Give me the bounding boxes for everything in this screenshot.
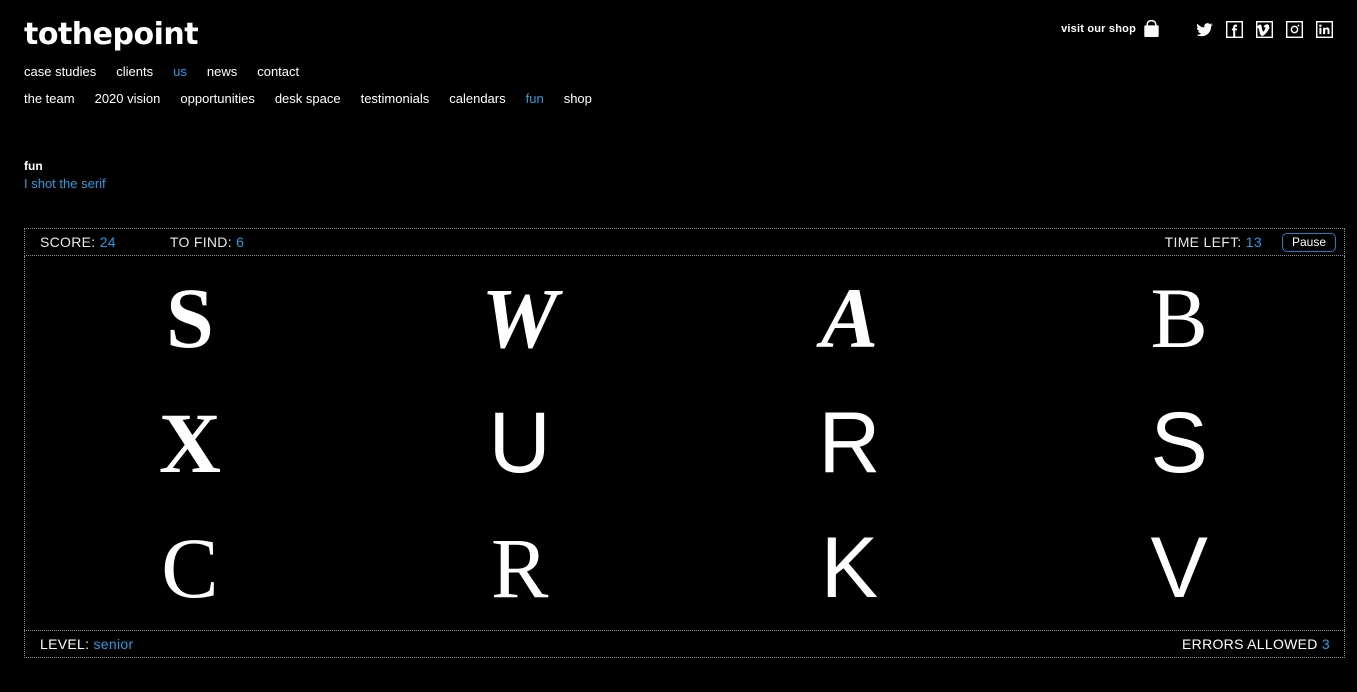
nav-item-testimonials[interactable]: testimonials xyxy=(361,91,430,106)
nav-item-opportunities[interactable]: opportunities xyxy=(180,91,254,106)
status-bar-right: TIME LEFT: 13 Pause xyxy=(1165,232,1344,252)
site-header: tothepoint visit our shop case studies c… xyxy=(0,0,1357,120)
nav-item-us[interactable]: us xyxy=(173,64,187,79)
logo-text: tothepoint xyxy=(24,17,199,52)
score-value: 24 xyxy=(99,234,116,250)
nav-item-calendars[interactable]: calendars xyxy=(449,91,505,106)
vimeo-icon[interactable] xyxy=(1256,20,1273,38)
game-status-bar: SCORE: 24 TO FIND: 6 TIME LEFT: 13 Pause xyxy=(24,228,1345,256)
letter-cell[interactable]: V xyxy=(1014,505,1344,630)
pause-button[interactable]: Pause xyxy=(1281,232,1336,252)
utility-bar: visit our shop xyxy=(1061,20,1333,38)
page-heading: fun I shot the serif xyxy=(24,158,106,193)
letter-cell[interactable]: B xyxy=(1014,256,1344,381)
letter-cell[interactable]: C xyxy=(25,505,355,630)
primary-navigation: case studies clients us news contact xyxy=(24,64,299,79)
letter-glyph: A xyxy=(820,270,879,367)
level-value: senior xyxy=(93,636,134,652)
letter-glyph: U xyxy=(488,394,551,491)
letter-cell[interactable]: W xyxy=(355,256,685,381)
time-left-label: TIME LEFT: xyxy=(1164,234,1242,250)
letter-glyph: W xyxy=(481,270,558,367)
nav-item-contact[interactable]: contact xyxy=(257,64,299,79)
errors-allowed-value: 3 xyxy=(1321,636,1330,652)
level-label: LEVEL: xyxy=(40,636,90,652)
game-board[interactable]: S W A B X U R S C R K V xyxy=(24,256,1345,630)
letter-glyph: R xyxy=(490,519,549,616)
errors-allowed-label: ERRORS ALLOWED xyxy=(1182,636,1318,652)
score-stat: SCORE: 24 xyxy=(40,234,116,250)
letter-glyph: C xyxy=(161,519,219,616)
nav-item-clients[interactable]: clients xyxy=(116,64,153,79)
letter-glyph: S xyxy=(1150,394,1208,491)
nav-item-fun[interactable]: fun xyxy=(526,91,544,106)
instagram-icon[interactable] xyxy=(1286,20,1303,38)
site-logo[interactable]: tothepoint xyxy=(24,17,199,52)
letter-glyph: V xyxy=(1150,519,1208,616)
letter-cell[interactable]: S xyxy=(1014,381,1344,506)
level-stat: LEVEL: senior xyxy=(25,636,133,652)
facebook-icon[interactable] xyxy=(1226,20,1243,38)
letter-cell[interactable]: R xyxy=(355,505,685,630)
twitter-icon[interactable] xyxy=(1196,21,1213,38)
nav-item-case-studies[interactable]: case studies xyxy=(24,64,96,79)
page-kicker: fun xyxy=(24,159,43,173)
to-find-label: TO FIND: xyxy=(169,234,232,250)
nav-item-desk-space[interactable]: desk space xyxy=(275,91,341,106)
status-bar-left: SCORE: 24 TO FIND: 6 xyxy=(25,234,244,250)
to-find-stat: TO FIND: 6 xyxy=(170,234,244,250)
letter-cell[interactable]: R xyxy=(685,381,1015,506)
letter-cell[interactable]: X xyxy=(25,381,355,506)
letter-glyph: B xyxy=(1150,270,1208,367)
linkedin-icon[interactable] xyxy=(1316,20,1333,38)
game-footer-bar: LEVEL: senior ERRORS ALLOWED 3 xyxy=(24,630,1345,658)
time-left-value: 13 xyxy=(1245,234,1262,250)
nav-item-shop[interactable]: shop xyxy=(564,91,592,106)
visit-shop-link[interactable]: visit our shop xyxy=(1061,20,1160,38)
letter-glyph: S xyxy=(165,270,214,367)
letter-glyph: X xyxy=(158,394,221,491)
social-links xyxy=(1196,20,1333,38)
score-label: SCORE: xyxy=(40,234,96,250)
page-title: I shot the serif xyxy=(24,176,106,191)
to-find-value: 6 xyxy=(236,234,245,250)
shopping-bag-icon xyxy=(1143,20,1160,38)
secondary-navigation: the team 2020 vision opportunities desk … xyxy=(24,91,592,106)
letter-glyph: K xyxy=(820,519,879,616)
letter-grid: S W A B X U R S C R K V xyxy=(25,256,1344,630)
nav-item-news[interactable]: news xyxy=(207,64,237,79)
letter-cell[interactable]: S xyxy=(25,256,355,381)
nav-item-the-team[interactable]: the team xyxy=(24,91,75,106)
game-container: SCORE: 24 TO FIND: 6 TIME LEFT: 13 Pause… xyxy=(24,228,1345,658)
letter-cell[interactable]: A xyxy=(685,256,1015,381)
time-left-stat: TIME LEFT: 13 xyxy=(1165,234,1262,250)
visit-shop-label: visit our shop xyxy=(1061,23,1136,35)
letter-glyph: R xyxy=(818,394,881,491)
errors-allowed-stat: ERRORS ALLOWED 3 xyxy=(1182,636,1344,652)
letter-cell[interactable]: U xyxy=(355,381,685,506)
letter-cell[interactable]: K xyxy=(685,505,1015,630)
nav-item-2020-vision[interactable]: 2020 vision xyxy=(95,91,161,106)
